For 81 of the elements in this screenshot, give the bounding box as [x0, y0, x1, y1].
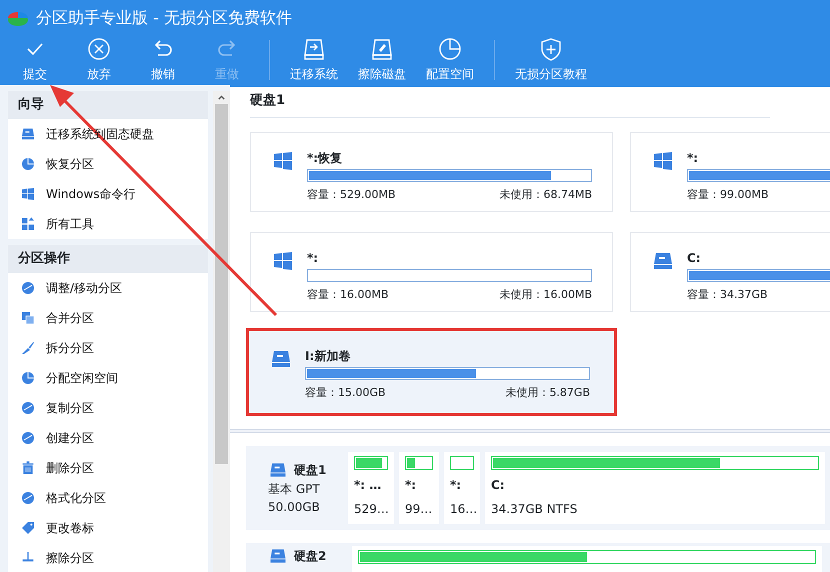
sidebar-item[interactable]: 调整/移动分区: [8, 273, 208, 303]
partition-name: *:: [687, 150, 700, 166]
sidebar-item[interactable]: 删除分区: [8, 453, 208, 483]
unused-text: 未使用：16.00MB: [499, 286, 592, 302]
sidebar-item[interactable]: 格式化分区: [8, 483, 208, 513]
partition-name: C:: [491, 476, 506, 494]
partition-card[interactable]: *: 容量：99.00MB: [630, 132, 830, 212]
toolbar-button[interactable]: 无损分区教程: [505, 37, 597, 83]
disk-type: 基本 GPT: [268, 480, 321, 498]
toolbar-button[interactable]: 提交: [3, 37, 67, 83]
sidebar-item[interactable]: 创建分区: [8, 423, 208, 453]
partition-name: *:: [307, 250, 320, 266]
partition-size: 16…: [450, 500, 474, 518]
partition-card[interactable]: C: 容量：34.37GB: [630, 232, 830, 312]
partition-block[interactable]: *: … 529…: [348, 452, 394, 524]
squares-icon: [20, 310, 36, 326]
windows-logo-icon: [20, 186, 36, 202]
drive-eraser-icon: [370, 37, 394, 61]
partition-size: 34.37GB NTFS: [491, 500, 578, 518]
section-header: 向导: [8, 91, 208, 119]
sidebar-item[interactable]: 恢复分区: [8, 149, 208, 179]
toolbar-button[interactable]: 擦除磁盘: [348, 37, 416, 83]
sidebar-item[interactable]: Windows命令行: [8, 179, 208, 209]
capacity-text: 容量：15.00GB: [305, 384, 386, 400]
usage-bar: [405, 456, 433, 470]
partition-name: I:新加卷: [305, 348, 352, 364]
partition-size: 99…: [405, 500, 433, 518]
toolbar-button[interactable]: 迁移系统: [280, 37, 348, 83]
partition-card[interactable]: *:恢复 容量：529.00MB 未使用：68.74MB: [250, 132, 613, 212]
toolbar-button[interactable]: 撤销: [131, 37, 195, 83]
disk-name: 硬盘1: [294, 462, 326, 478]
window-title: 分区助手专业版 - 无损分区免费软件: [36, 6, 292, 28]
globe-icon: [20, 490, 36, 506]
split-icon: [20, 340, 36, 356]
capacity-text: 容量：99.00MB: [687, 186, 769, 202]
disk-title: 硬盘1: [250, 87, 770, 118]
partition-name: *: …: [354, 476, 382, 494]
sidebar-item[interactable]: 更改卷标: [8, 513, 208, 543]
partition-name: C:: [687, 250, 702, 266]
tag-icon: [20, 520, 36, 536]
sidebar-item[interactable]: 复制分区: [8, 393, 208, 423]
sidebar-item[interactable]: 所有工具: [8, 209, 208, 239]
shield-plus-icon: [539, 37, 563, 61]
sidebar-item[interactable]: 分配空闲空间: [8, 363, 208, 393]
partition-name: *:恢复: [307, 150, 344, 166]
sidebar-item[interactable]: 拆分分区: [8, 333, 208, 363]
capacity-text: 容量：529.00MB: [307, 186, 396, 202]
pie-chart-icon: [20, 156, 36, 172]
highlighted-partition-card[interactable]: I:新加卷 容量：15.00GB 未使用：5.87GB: [246, 328, 617, 416]
partition-size: 529…: [354, 500, 388, 518]
unused-text: 未使用：68.74MB: [499, 186, 592, 202]
usage-bar: [354, 456, 388, 470]
capacity-text: 容量：16.00MB: [307, 286, 389, 302]
globe-icon: [20, 430, 36, 446]
pie-chart-icon: [438, 37, 462, 61]
splitter[interactable]: [230, 428, 830, 432]
grid-icon: [20, 216, 36, 232]
cancel-icon: [87, 37, 111, 61]
disk-name: 硬盘2: [294, 548, 326, 564]
partition-name: *:: [405, 476, 418, 494]
sidebar-item[interactable]: 合并分区: [8, 303, 208, 333]
disk-size: 50.00GB: [268, 498, 321, 516]
partition-block[interactable]: *: 99…: [399, 452, 439, 524]
toolbar-button[interactable]: 配置空间: [416, 37, 484, 83]
scrollbar-thumb[interactable]: [215, 104, 228, 464]
pie-chart-icon: [20, 370, 36, 386]
partition-card[interactable]: *: 容量：16.00MB 未使用：16.00MB: [250, 232, 613, 312]
trash-icon: [20, 460, 36, 476]
scrollbar[interactable]: [213, 91, 230, 572]
globe-icon: [20, 400, 36, 416]
capacity-text: 容量：34.37GB: [687, 286, 768, 302]
sidebar-item[interactable]: 擦除分区: [8, 543, 208, 572]
section-header: 分区操作: [8, 245, 208, 273]
partition-name: *:: [450, 476, 462, 494]
globe-icon: [20, 280, 36, 296]
drive-icon: [20, 126, 36, 142]
partition-block[interactable]: C: 34.37GB NTFS: [485, 452, 825, 524]
drive-arrow-icon: [302, 37, 326, 61]
toolbar-button[interactable]: 放弃: [67, 37, 131, 83]
unused-text: 未使用：5.87GB: [505, 384, 590, 400]
partition-block[interactable]: *: 16…: [444, 452, 480, 524]
